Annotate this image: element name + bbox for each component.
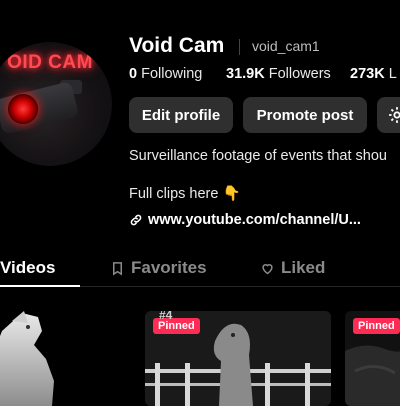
edit-profile-button[interactable]: Edit profile bbox=[129, 97, 233, 133]
video-thumbnail[interactable] bbox=[0, 311, 129, 406]
name-divider bbox=[239, 39, 240, 55]
active-tab-indicator bbox=[0, 285, 80, 287]
display-name: Void Cam bbox=[129, 34, 225, 57]
following-label: Following bbox=[141, 66, 203, 82]
creature-figure-image bbox=[0, 311, 54, 406]
bio-clips-text: Full clips here 👇 bbox=[129, 186, 241, 202]
tab-favorites-label: Favorites bbox=[131, 258, 207, 277]
camera-lens-shape bbox=[8, 94, 38, 124]
username: void_cam1 bbox=[252, 38, 320, 54]
video-overlay-text: #4 bbox=[159, 311, 173, 322]
tab-videos[interactable]: Videos bbox=[0, 258, 55, 278]
likes-stat[interactable]: 273K L bbox=[350, 66, 397, 82]
profile-avatar[interactable]: OID CAM bbox=[0, 42, 112, 166]
bio-link-text: www.youtube.com/channel/U... bbox=[148, 212, 361, 228]
promote-post-button[interactable]: Promote post bbox=[243, 97, 367, 133]
likes-label: L bbox=[388, 66, 397, 82]
tab-favorites[interactable]: Favorites bbox=[110, 258, 207, 278]
video-thumbnail[interactable]: Pinned #4 bbox=[145, 311, 331, 406]
tab-liked[interactable]: Liked bbox=[260, 258, 325, 278]
tab-videos-label: Videos bbox=[0, 258, 56, 277]
followers-label: Followers bbox=[268, 66, 331, 82]
likes-count: 273K bbox=[350, 66, 385, 82]
bio-link[interactable]: www.youtube.com/channel/U... bbox=[129, 212, 361, 228]
heart-icon bbox=[262, 263, 273, 274]
bio-text: Surveillance footage of events that shou bbox=[129, 148, 387, 164]
followers-count: 31.9K bbox=[226, 66, 265, 82]
avatar-logo-text: OID CAM bbox=[7, 52, 93, 73]
following-stat[interactable]: 0 Following bbox=[129, 66, 202, 82]
gear-icon bbox=[389, 107, 400, 123]
tab-liked-label: Liked bbox=[281, 258, 326, 277]
pinned-badge: Pinned bbox=[353, 318, 400, 334]
bookmark-icon bbox=[113, 261, 122, 276]
video-thumbnail[interactable]: Pinned bbox=[345, 311, 400, 406]
following-count: 0 bbox=[129, 66, 138, 82]
followers-stat[interactable]: 31.9K Followers bbox=[226, 66, 331, 82]
link-icon bbox=[130, 214, 142, 226]
settings-button[interactable] bbox=[377, 97, 400, 133]
